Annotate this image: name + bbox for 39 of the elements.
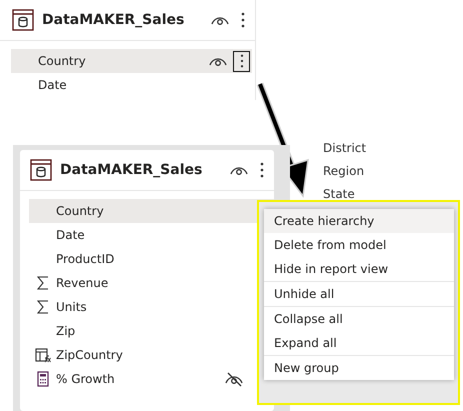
table-title: DataMAKER_Sales xyxy=(42,12,186,28)
eye-icon[interactable] xyxy=(209,56,227,66)
menu-item[interactable]: New group xyxy=(264,355,454,380)
field-name: Date xyxy=(56,228,86,242)
more-options-button[interactable] xyxy=(233,50,250,72)
calculator-icon xyxy=(36,371,48,387)
more-options-icon xyxy=(240,54,244,68)
field-name: Date xyxy=(38,78,68,92)
eye-icon[interactable] xyxy=(230,165,248,175)
field-name: Country xyxy=(56,204,105,218)
field-name: ZipCountry xyxy=(56,348,124,362)
hierarchy-level-label: District xyxy=(323,140,366,157)
hierarchy-level-label: State xyxy=(323,186,356,203)
database-table-icon xyxy=(12,9,34,31)
table-title: DataMAKER_Sales xyxy=(60,162,204,178)
menu-item[interactable]: Delete from model xyxy=(264,233,454,257)
menu-item[interactable]: Expand all xyxy=(264,331,454,355)
field-row[interactable]: Date xyxy=(11,73,252,97)
menu-item[interactable]: Hide in report view xyxy=(264,257,454,281)
hierarchy-level-label: Region xyxy=(323,163,366,180)
field-name: Units xyxy=(56,300,88,314)
menu-item[interactable]: Collapse all xyxy=(264,306,454,331)
sigma-icon xyxy=(36,300,48,314)
eye-icon[interactable] xyxy=(211,15,229,25)
field-name: Revenue xyxy=(56,276,110,290)
field-row[interactable]: Country xyxy=(11,49,252,73)
field-name: Country xyxy=(38,54,87,68)
field-name: ProductID xyxy=(56,252,116,266)
more-options-icon[interactable] xyxy=(260,162,264,178)
hidden-eye-icon[interactable] xyxy=(224,371,244,387)
calculated-column-icon xyxy=(34,348,50,362)
sigma-icon xyxy=(36,276,48,290)
field-name: Zip xyxy=(56,324,76,338)
menu-item[interactable]: Create hierarchy xyxy=(264,209,454,233)
database-table-icon xyxy=(30,159,52,181)
more-options-icon[interactable] xyxy=(241,12,245,28)
field-row[interactable]: Country xyxy=(29,199,274,223)
field-name: % Growth xyxy=(56,372,116,386)
menu-item[interactable]: Unhide all xyxy=(264,281,454,306)
